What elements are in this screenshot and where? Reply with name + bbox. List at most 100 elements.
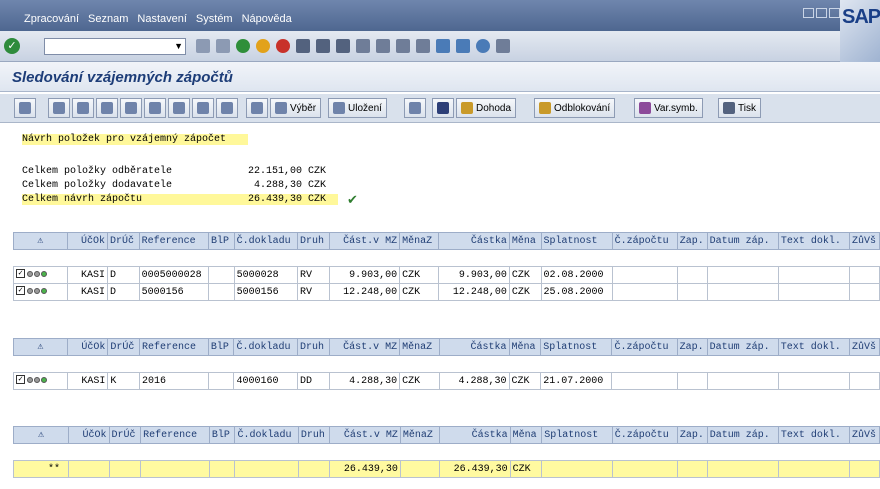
select-icon — [275, 102, 287, 114]
minimize-icon[interactable] — [803, 8, 814, 18]
title-bar: Sledování vzájemných zápočtů — [0, 62, 880, 92]
traffic-light-icon — [27, 376, 47, 383]
sort-asc-button[interactable] — [96, 98, 118, 118]
summary-amount-vendor: 4.288,30 — [253, 180, 302, 191]
ulozeni-button[interactable]: Uložení — [328, 98, 387, 118]
back-icon[interactable] — [236, 39, 250, 53]
subtotal-icon — [173, 102, 185, 114]
vyber-button[interactable]: Výběr — [270, 98, 322, 118]
dohoda-button[interactable]: Dohoda — [456, 98, 517, 118]
print-icon[interactable] — [296, 39, 310, 53]
summary-label-vendor: Celkem položky dodavatele — [22, 180, 173, 191]
traffic-light-icon — [27, 287, 47, 294]
col-menaz[interactable]: MěnaZ — [399, 232, 440, 250]
col-zuvs[interactable]: ZůVš — [848, 232, 880, 250]
main-content: Návrh položek pro vzájemný zápočet Celke… — [0, 124, 880, 489]
col-zap[interactable]: Zap. — [676, 232, 708, 250]
sum-icon — [149, 102, 161, 114]
shortcut-icon[interactable] — [456, 39, 470, 53]
totals-row[interactable]: ** 26.439,30 26.439,30 CZK — [12, 460, 880, 478]
agreement-icon — [461, 102, 473, 114]
summary-cur-vendor: CZK — [308, 180, 327, 191]
refresh-icon — [19, 102, 31, 114]
col-castka[interactable]: Částka — [438, 232, 510, 250]
application-toolbar: Výběr Uložení Dohoda Odblokování Var.sym… — [0, 94, 880, 123]
layout-icon — [221, 102, 233, 114]
table-row[interactable]: ✓ KASI D 5000156 5000156 RV 12.248,00 CZ… — [13, 283, 880, 301]
select-checkbox[interactable]: ✓ — [16, 286, 25, 296]
col-datum-zap[interactable]: Datum záp. — [706, 232, 779, 250]
tisk-button[interactable]: Tisk — [718, 98, 761, 118]
layout-menu-icon[interactable] — [496, 39, 510, 53]
refresh-button[interactable] — [14, 98, 36, 118]
col-mena[interactable]: Měna — [508, 232, 542, 250]
maximize-icon[interactable] — [816, 8, 827, 18]
col-text-dokl[interactable]: Text dokl. — [777, 232, 850, 250]
col-druc[interactable]: DrÚč — [107, 232, 140, 250]
layout-button[interactable] — [216, 98, 238, 118]
info-button[interactable] — [432, 98, 454, 118]
history-dropdown-icon[interactable]: ▼ — [174, 41, 183, 51]
totals-table: ⚠ ÚčOk DrÚč Reference BlP Č.dokladu Druh… — [12, 426, 880, 478]
sort-desc-button[interactable] — [120, 98, 142, 118]
details-button[interactable] — [48, 98, 70, 118]
col-druh[interactable]: Druh — [297, 232, 330, 250]
main-menu: Zpracování Seznam Nastavení Systém Nápov… — [24, 13, 292, 25]
sort-asc-icon — [101, 102, 113, 114]
export-button[interactable] — [192, 98, 214, 118]
table-header: ⚠ ÚčOk DrÚč Reference BlP Č.dokladu Druh… — [12, 426, 880, 444]
cancel-icon[interactable] — [276, 39, 290, 53]
first-page-icon[interactable] — [356, 39, 370, 53]
select-layout-icon — [251, 102, 263, 114]
filter-settings-button[interactable] — [404, 98, 426, 118]
save-icon[interactable] — [216, 39, 230, 53]
customer-items-table: ⚠ ÚčOk DrÚč Reference BlP Č.dokladu Druh… — [13, 232, 880, 301]
last-page-icon[interactable] — [416, 39, 430, 53]
col-cast-mz[interactable]: Část.v MZ — [328, 232, 401, 250]
table-row[interactable]: ✓ KASI D 0005000028 5000028 RV 9.903,00 … — [13, 266, 880, 284]
create-session-icon[interactable] — [436, 39, 450, 53]
filter-button[interactable] — [72, 98, 94, 118]
select-checkbox[interactable]: ✓ — [16, 269, 25, 279]
command-field[interactable]: ▼ — [44, 38, 186, 55]
exit-icon[interactable] — [256, 39, 270, 53]
next-page-icon[interactable] — [396, 39, 410, 53]
sap-logo: SAP — [840, 0, 880, 62]
select-checkbox[interactable]: ✓ — [16, 375, 25, 385]
back-arrow-icon[interactable] — [196, 39, 210, 53]
col-ucok[interactable]: ÚčOk — [66, 232, 109, 250]
col-blp[interactable]: BlP — [208, 232, 235, 250]
col-zapoctu[interactable]: Č.zápočtu — [611, 232, 678, 250]
previous-page-icon[interactable] — [376, 39, 390, 53]
table-row[interactable]: ✓ KASI K 2016 4000160 DD 4.288,30 CZK 4.… — [13, 372, 880, 390]
variable-symbol-icon — [639, 102, 651, 114]
summary-cur-customer: CZK — [308, 166, 327, 177]
summary-heading: Návrh položek pro vzájemný zápočet — [22, 134, 248, 145]
select-layout-button[interactable] — [246, 98, 268, 118]
odblokovani-button[interactable]: Odblokování — [534, 98, 616, 118]
enter-icon[interactable]: ✓ — [4, 38, 20, 54]
menu-napoveda[interactable]: Nápověda — [242, 13, 292, 25]
find-next-icon[interactable] — [336, 39, 350, 53]
col-splatnost[interactable]: Splatnost — [540, 232, 613, 250]
col-reference[interactable]: Reference — [138, 232, 210, 250]
save-layout-icon — [333, 102, 345, 114]
summary-label-customer: Celkem položky odběratele — [22, 166, 173, 177]
subtotal-button[interactable] — [168, 98, 190, 118]
info-icon — [437, 102, 449, 114]
command-input[interactable] — [45, 39, 165, 54]
menu-seznam[interactable]: Seznam — [88, 13, 128, 25]
find-icon[interactable] — [316, 39, 330, 53]
menu-system[interactable]: Systém — [196, 13, 233, 25]
varsymb-button[interactable]: Var.symb. — [634, 98, 703, 118]
menu-bar: Zpracování Seznam Nastavení Systém Nápov… — [0, 0, 880, 31]
summary-label-proposal: Celkem návrh zápočtu — [22, 194, 200, 205]
sum-button[interactable] — [144, 98, 166, 118]
menu-zpracovani[interactable]: Zpracování — [24, 13, 79, 25]
help-icon[interactable] — [476, 39, 490, 53]
close-icon[interactable] — [829, 8, 840, 18]
menu-nastaveni[interactable]: Nastavení — [137, 13, 187, 25]
summary-cur-proposal: CZK — [302, 194, 338, 205]
export-icon — [197, 102, 209, 114]
col-doklad[interactable]: Č.dokladu — [233, 232, 299, 250]
